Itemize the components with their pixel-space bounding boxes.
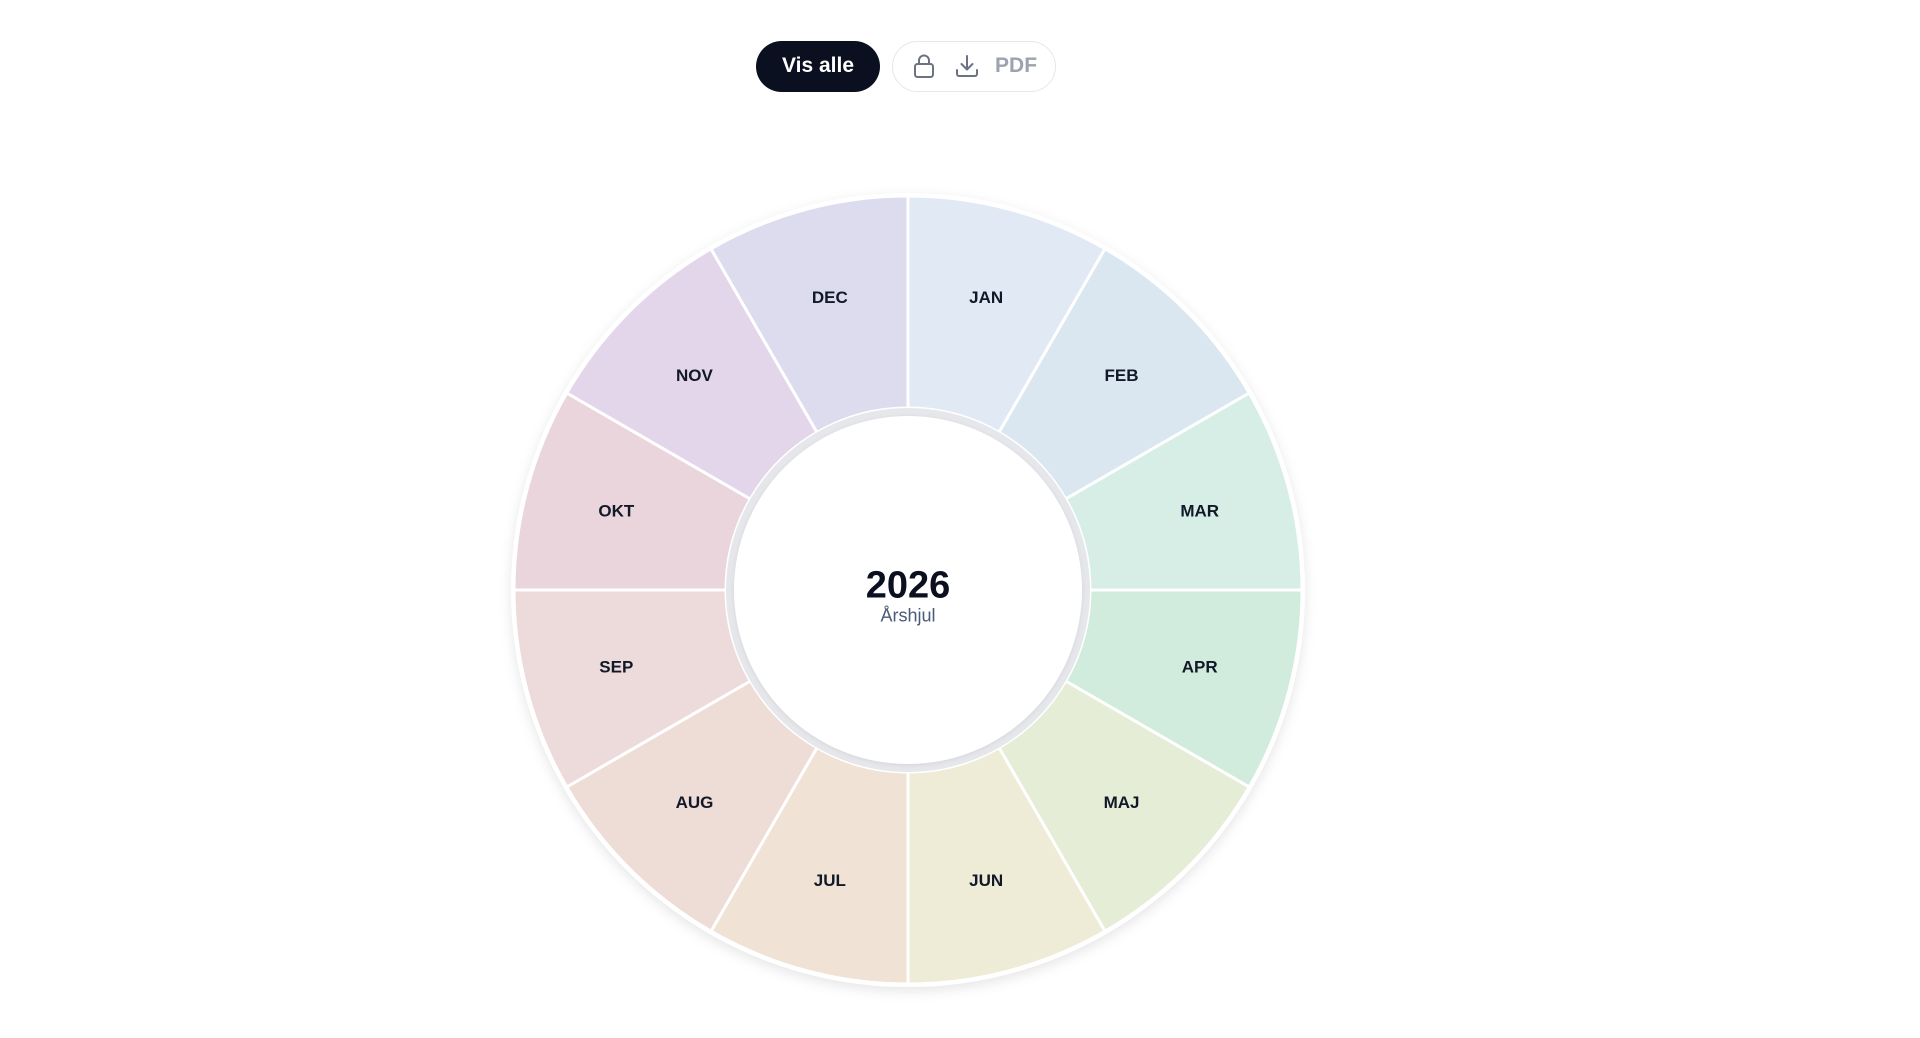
page: Vis alle PDF JAN FEB MAR APR MAJ JUN JUL… <box>0 0 1920 1038</box>
month-label-feb[interactable]: FEB <box>1105 366 1139 385</box>
year-wheel: JAN FEB MAR APR MAJ JUN JUL AUG SEP OKT NOV DEC 202… <box>500 182 1316 998</box>
month-label-jun[interactable]: JUN <box>969 871 1003 890</box>
tool-group: PDF <box>892 40 1057 92</box>
month-label-nov[interactable]: NOV <box>676 366 714 385</box>
show-all-button[interactable]: Vis alle <box>756 40 881 92</box>
toolbar: Vis alle PDF <box>756 40 1057 92</box>
pdf-button[interactable]: PDF <box>995 54 1037 78</box>
month-label-apr[interactable]: APR <box>1182 658 1218 677</box>
download-icon[interactable] <box>952 52 981 81</box>
lock-icon[interactable] <box>909 52 938 81</box>
month-label-jan[interactable]: JAN <box>969 288 1003 307</box>
month-label-mar[interactable]: MAR <box>1180 501 1219 520</box>
month-label-okt[interactable]: OKT <box>598 501 635 520</box>
year-wheel-svg: JAN FEB MAR APR MAJ JUN JUL AUG SEP OKT NOV DEC 202… <box>511 193 1305 987</box>
center-year: 2026 <box>866 564 951 606</box>
month-label-jul[interactable]: JUL <box>814 871 846 890</box>
center-subtitle: Årshjul <box>880 605 935 625</box>
month-label-maj[interactable]: MAJ <box>1104 793 1140 812</box>
month-label-sep[interactable]: SEP <box>599 658 633 677</box>
month-label-aug[interactable]: AUG <box>676 793 714 812</box>
month-label-dec[interactable]: DEC <box>812 288 848 307</box>
